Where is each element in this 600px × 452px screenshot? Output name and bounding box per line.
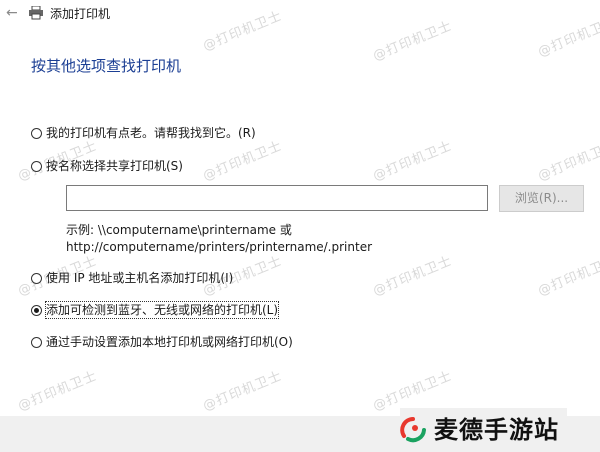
option-shared-printer[interactable]: 按名称选择共享打印机(S)	[31, 157, 183, 175]
watermark: @打印机卫士	[15, 368, 100, 415]
option-old-printer[interactable]: 我的打印机有点老。请帮我找到它。(R)	[31, 124, 256, 142]
radio-button-selected[interactable]	[31, 304, 42, 316]
example-line-1: 示例: \\computername\printername 或	[66, 223, 292, 237]
option-ip-address[interactable]: 使用 IP 地址或主机名添加打印机(I)	[31, 269, 233, 287]
brand-name: 麦德手游站	[434, 416, 559, 444]
watermark: @打印机卫士	[200, 138, 285, 185]
watermark: @打印机卫士	[535, 253, 600, 300]
window-title: 添加打印机	[50, 7, 111, 21]
back-arrow-icon[interactable]: ←	[6, 6, 20, 20]
option-label: 通过手动设置添加本地打印机或网络打印机(O)	[46, 335, 293, 349]
browse-button[interactable]: 浏览(R)...	[499, 185, 584, 212]
example-line-2: http://computername/printers/printername…	[66, 240, 373, 254]
watermark: @打印机卫士	[370, 253, 455, 300]
radio-button[interactable]	[31, 272, 42, 284]
option-manual-setup[interactable]: 通过手动设置添加本地打印机或网络打印机(O)	[31, 333, 293, 351]
radio-button[interactable]	[31, 160, 42, 172]
option-label: 使用 IP 地址或主机名添加打印机(I)	[46, 271, 234, 285]
radio-button[interactable]	[31, 127, 42, 139]
title-bar: ← 添加打印机	[0, 0, 600, 32]
watermark: @打印机卫士	[370, 368, 455, 415]
option-bluetooth-wireless[interactable]: 添加可检测到蓝牙、无线或网络的打印机(L)	[31, 301, 280, 319]
option-label: 添加可检测到蓝牙、无线或网络的打印机(L)	[44, 301, 280, 319]
brand-logo-icon	[400, 417, 426, 443]
printer-icon	[29, 6, 43, 20]
brand-overlay: 麦德手游站	[400, 408, 567, 452]
example-text: 示例: \\computername\printername 或 http://…	[66, 222, 372, 256]
printer-name-input[interactable]	[66, 185, 488, 211]
page-heading: 按其他选项查找打印机	[31, 57, 182, 75]
option-label: 我的打印机有点老。请帮我找到它。(R)	[46, 126, 256, 140]
watermark: @打印机卫士	[200, 368, 285, 415]
watermark: @打印机卫士	[370, 138, 455, 185]
watermark: @打印机卫士	[535, 138, 600, 185]
option-label: 按名称选择共享打印机(S)	[46, 159, 183, 173]
radio-button[interactable]	[31, 336, 42, 348]
